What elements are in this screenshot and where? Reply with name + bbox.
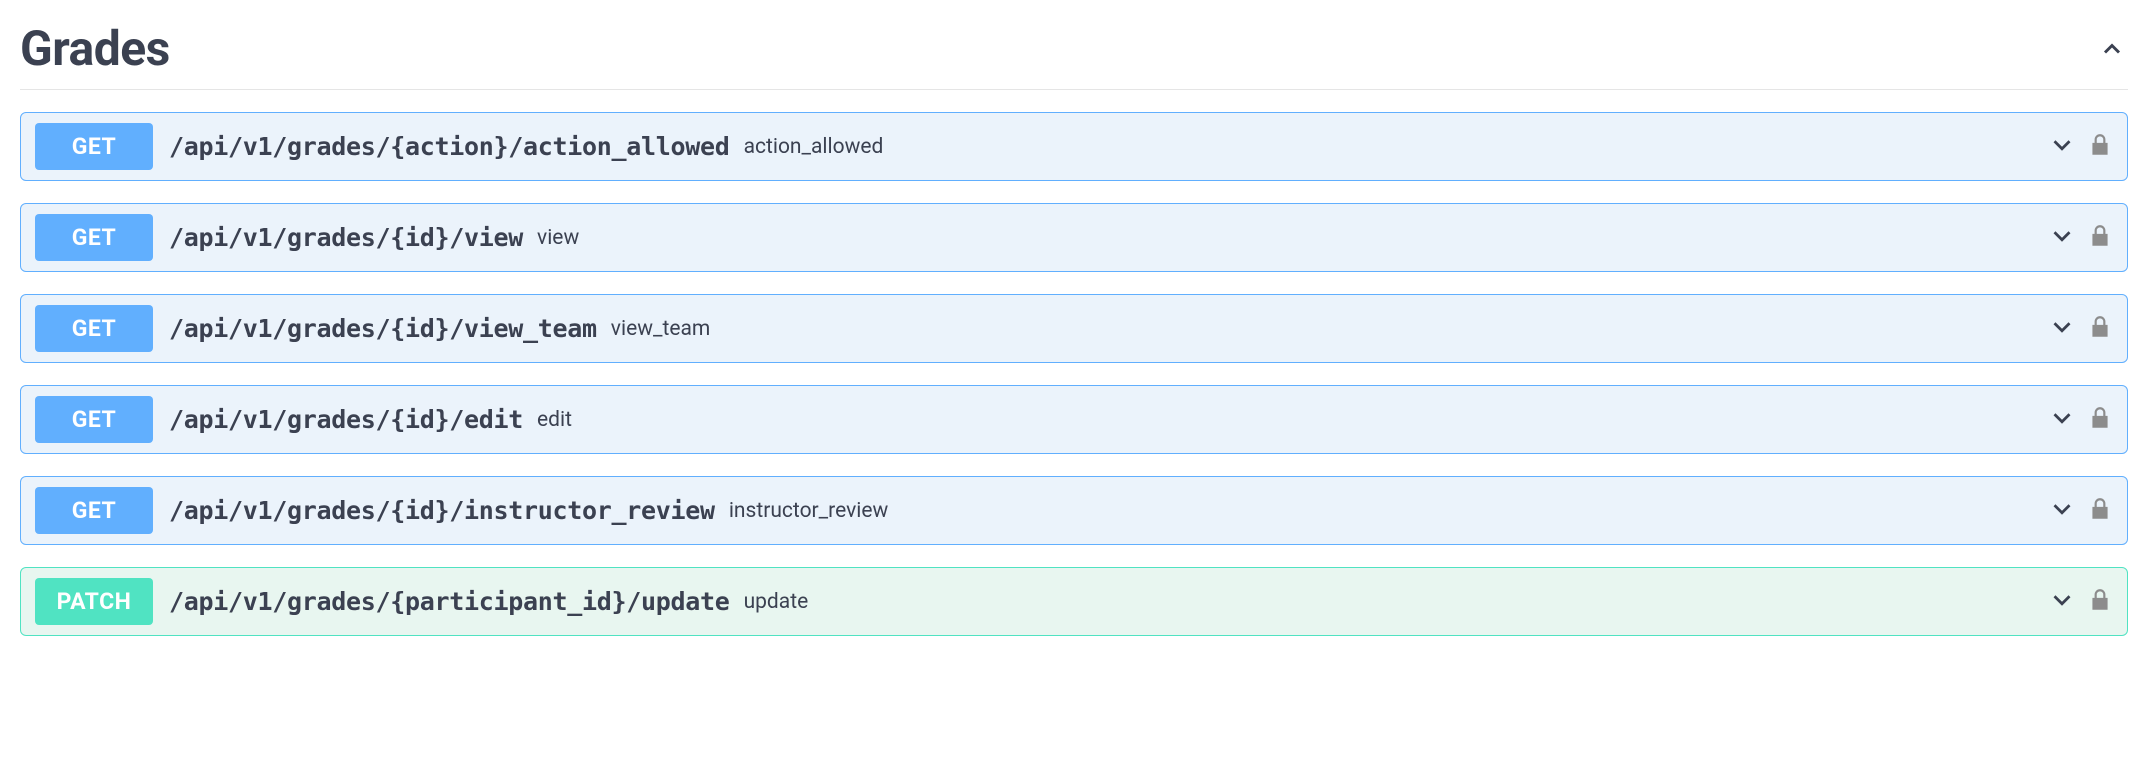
unlock-icon[interactable] [2087, 314, 2113, 344]
chevron-down-icon[interactable] [2047, 494, 2077, 528]
endpoint-actions [2047, 403, 2113, 437]
chevron-down-icon[interactable] [2047, 130, 2077, 164]
endpoint-row[interactable]: GET/api/v1/grades/{id}/view view [20, 203, 2128, 272]
endpoint-actions [2047, 130, 2113, 164]
endpoint-path: /api/v1/grades/{id}/instructor_review [169, 496, 715, 525]
chevron-up-icon [2096, 33, 2128, 65]
chevron-down-icon[interactable] [2047, 403, 2077, 437]
endpoint-description: instructor_review [729, 499, 888, 523]
endpoint-path: /api/v1/grades/{participant_id}/update [169, 587, 730, 616]
endpoint-description: action_allowed [744, 135, 884, 159]
unlock-icon[interactable] [2087, 496, 2113, 526]
endpoint-actions [2047, 585, 2113, 619]
endpoint-row[interactable]: PATCH/api/v1/grades/{participant_id}/upd… [20, 567, 2128, 636]
unlock-icon[interactable] [2087, 132, 2113, 162]
endpoint-actions [2047, 312, 2113, 346]
method-badge: PATCH [35, 578, 153, 625]
section-title: Grades [20, 20, 170, 77]
unlock-icon[interactable] [2087, 223, 2113, 253]
endpoint-actions [2047, 221, 2113, 255]
endpoint-row[interactable]: GET/api/v1/grades/{id}/instructor_review… [20, 476, 2128, 545]
endpoint-path: /api/v1/grades/{id}/view [169, 223, 523, 252]
endpoint-description: edit [537, 408, 572, 432]
endpoint-row[interactable]: GET/api/v1/grades/{action}/action_allowe… [20, 112, 2128, 181]
method-badge: GET [35, 305, 153, 352]
chevron-down-icon[interactable] [2047, 312, 2077, 346]
method-badge: GET [35, 396, 153, 443]
endpoint-path: /api/v1/grades/{action}/action_allowed [169, 132, 730, 161]
endpoint-row[interactable]: GET/api/v1/grades/{id}/edit edit [20, 385, 2128, 454]
endpoint-description: update [744, 590, 809, 614]
method-badge: GET [35, 487, 153, 534]
method-badge: GET [35, 214, 153, 261]
endpoint-description: view_team [611, 317, 711, 341]
endpoints-list: GET/api/v1/grades/{action}/action_allowe… [20, 112, 2128, 636]
unlock-icon[interactable] [2087, 587, 2113, 617]
endpoint-description: view [537, 226, 579, 250]
method-badge: GET [35, 123, 153, 170]
chevron-down-icon[interactable] [2047, 585, 2077, 619]
endpoint-row[interactable]: GET/api/v1/grades/{id}/view_team view_tea… [20, 294, 2128, 363]
endpoint-actions [2047, 494, 2113, 528]
endpoint-path: /api/v1/grades/{id}/edit [169, 405, 523, 434]
section-header[interactable]: Grades [20, 20, 2128, 90]
endpoint-path: /api/v1/grades/{id}/view_team [169, 314, 597, 343]
chevron-down-icon[interactable] [2047, 221, 2077, 255]
unlock-icon[interactable] [2087, 405, 2113, 435]
